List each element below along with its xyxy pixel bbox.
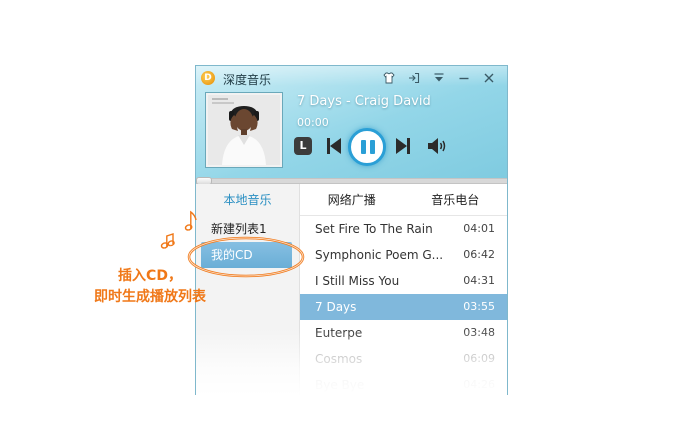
skin-icon xyxy=(382,72,395,84)
tab-bar: 网络广播 音乐电台 xyxy=(300,184,507,216)
track-row[interactable]: I Still Miss You 04:31 xyxy=(300,268,507,294)
next-icon xyxy=(396,138,410,154)
track-title: Bye Bye xyxy=(315,378,365,392)
playback-controls: L xyxy=(294,128,454,166)
previous-button[interactable] xyxy=(326,136,342,156)
track-duration: 04:31 xyxy=(463,274,495,287)
tab-music-station[interactable]: 音乐电台 xyxy=(404,184,508,215)
play-mode-button[interactable]: L xyxy=(294,137,312,155)
window-controls xyxy=(376,69,501,87)
track-list-panel: 网络广播 音乐电台 Set Fire To The Rain 04:01 Sym… xyxy=(300,184,507,395)
pause-button[interactable] xyxy=(348,128,386,166)
track-row[interactable]: Set Fire To The Rain 04:01 xyxy=(300,216,507,242)
album-cover xyxy=(205,92,283,168)
app-title: 深度音乐 xyxy=(223,73,272,87)
track-duration: 06:09 xyxy=(463,352,495,365)
track-title: Cosmos xyxy=(315,352,363,366)
track-duration: 06:42 xyxy=(463,248,495,261)
mini-mode-icon xyxy=(408,72,419,84)
minimize-button[interactable] xyxy=(451,69,476,87)
track-title: Symphonic Poem G... xyxy=(315,248,444,262)
track-row-selected[interactable]: 7 Days 03:55 xyxy=(300,294,507,320)
sidebar-header-local-music[interactable]: 本地音乐 xyxy=(196,184,299,216)
track-row[interactable]: Symphonic Poem G... 06:42 xyxy=(300,242,507,268)
song-title: 7 Days - Craig David xyxy=(297,94,431,109)
close-button[interactable] xyxy=(476,69,501,87)
app-logo-icon: D xyxy=(201,71,215,85)
track-title: Euterpe xyxy=(315,326,363,340)
pause-icon-left-bar xyxy=(361,140,366,154)
volume-icon xyxy=(428,138,446,154)
callout-line-1: 插入CD， xyxy=(118,268,182,284)
callout-annotation: 插入CD， 即时生成播放列表 xyxy=(60,266,240,308)
album-cover-image xyxy=(208,95,280,165)
mini-mode-button[interactable] xyxy=(401,69,426,87)
next-button[interactable] xyxy=(395,136,411,156)
track-duration: 03:48 xyxy=(463,326,495,339)
track-title: 7 Days xyxy=(315,300,357,314)
track-title: Set Fire To The Rain xyxy=(315,222,433,236)
pause-icon-right-bar xyxy=(370,140,375,154)
close-icon xyxy=(484,73,493,83)
callout-line-2: 即时生成播放列表 xyxy=(94,289,206,305)
menu-icon xyxy=(434,73,443,82)
menu-button[interactable] xyxy=(426,69,451,87)
track-duration: 04:01 xyxy=(463,222,495,235)
tab-web-radio[interactable]: 网络广播 xyxy=(300,184,404,215)
minimize-icon xyxy=(459,77,468,80)
previous-icon xyxy=(327,138,341,154)
track-row[interactable]: Cosmos 06:09 xyxy=(300,346,507,372)
volume-button[interactable] xyxy=(427,137,447,155)
now-playing-panel: D 深度音乐 7 Days - Craig David 00:00 L xyxy=(196,66,507,178)
music-player-window: D 深度音乐 7 Days - Craig David 00:00 L 本地音乐… xyxy=(195,65,508,395)
track-duration: 04:26 xyxy=(463,378,495,391)
track-row[interactable]: Euterpe 03:48 xyxy=(300,320,507,346)
track-row[interactable]: Bye Bye 04:26 xyxy=(300,372,507,395)
track-title: I Still Miss You xyxy=(315,274,400,288)
skin-button[interactable] xyxy=(376,69,401,87)
track-duration: 03:55 xyxy=(463,300,495,313)
